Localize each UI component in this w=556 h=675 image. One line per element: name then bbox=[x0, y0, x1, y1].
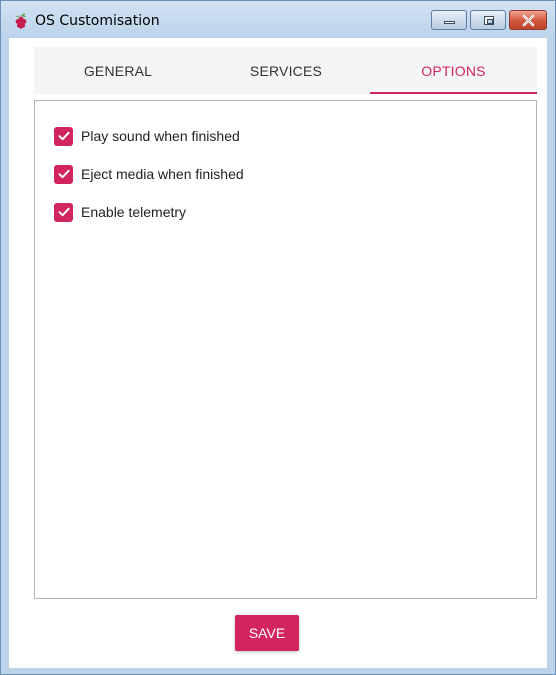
tab-general[interactable]: GENERAL bbox=[34, 47, 202, 94]
maximize-icon bbox=[484, 16, 494, 25]
eject-media-checkbox[interactable] bbox=[54, 164, 73, 184]
eject-media-option[interactable]: Eject media when finished bbox=[54, 164, 244, 184]
play-sound-option[interactable]: Play sound when finished bbox=[54, 126, 240, 146]
title-bar[interactable]: OS Customisation bbox=[1, 1, 555, 38]
minimize-button[interactable] bbox=[431, 10, 467, 30]
tab-options[interactable]: OPTIONS bbox=[370, 47, 537, 94]
minimize-icon bbox=[444, 21, 455, 24]
active-tab-indicator bbox=[370, 92, 537, 94]
window-title: OS Customisation bbox=[35, 13, 160, 29]
enable-telemetry-checkbox[interactable] bbox=[54, 202, 73, 222]
tab-bar: GENERAL SERVICES OPTIONS bbox=[34, 47, 537, 94]
os-customisation-window: OS Customisation GENERAL SERVICES OPTION… bbox=[0, 0, 556, 675]
checkmark-icon bbox=[58, 131, 70, 141]
save-button[interactable]: SAVE bbox=[235, 615, 299, 651]
enable-telemetry-label: Enable telemetry bbox=[81, 204, 187, 220]
maximize-button[interactable] bbox=[470, 10, 506, 30]
dialog-body: GENERAL SERVICES OPTIONS Play sound when… bbox=[9, 38, 547, 668]
window-controls bbox=[431, 10, 547, 30]
eject-media-label: Eject media when finished bbox=[81, 166, 244, 182]
tab-services[interactable]: SERVICES bbox=[202, 47, 370, 94]
raspberry-pi-icon bbox=[12, 11, 30, 29]
options-panel: Play sound when finished Eject media whe… bbox=[34, 100, 537, 599]
close-button[interactable] bbox=[509, 10, 547, 30]
checkmark-icon bbox=[58, 169, 70, 179]
play-sound-checkbox[interactable] bbox=[54, 126, 73, 146]
checkmark-icon bbox=[58, 207, 70, 217]
enable-telemetry-option[interactable]: Enable telemetry bbox=[54, 202, 186, 222]
play-sound-label: Play sound when finished bbox=[81, 128, 240, 144]
close-icon bbox=[522, 14, 535, 27]
